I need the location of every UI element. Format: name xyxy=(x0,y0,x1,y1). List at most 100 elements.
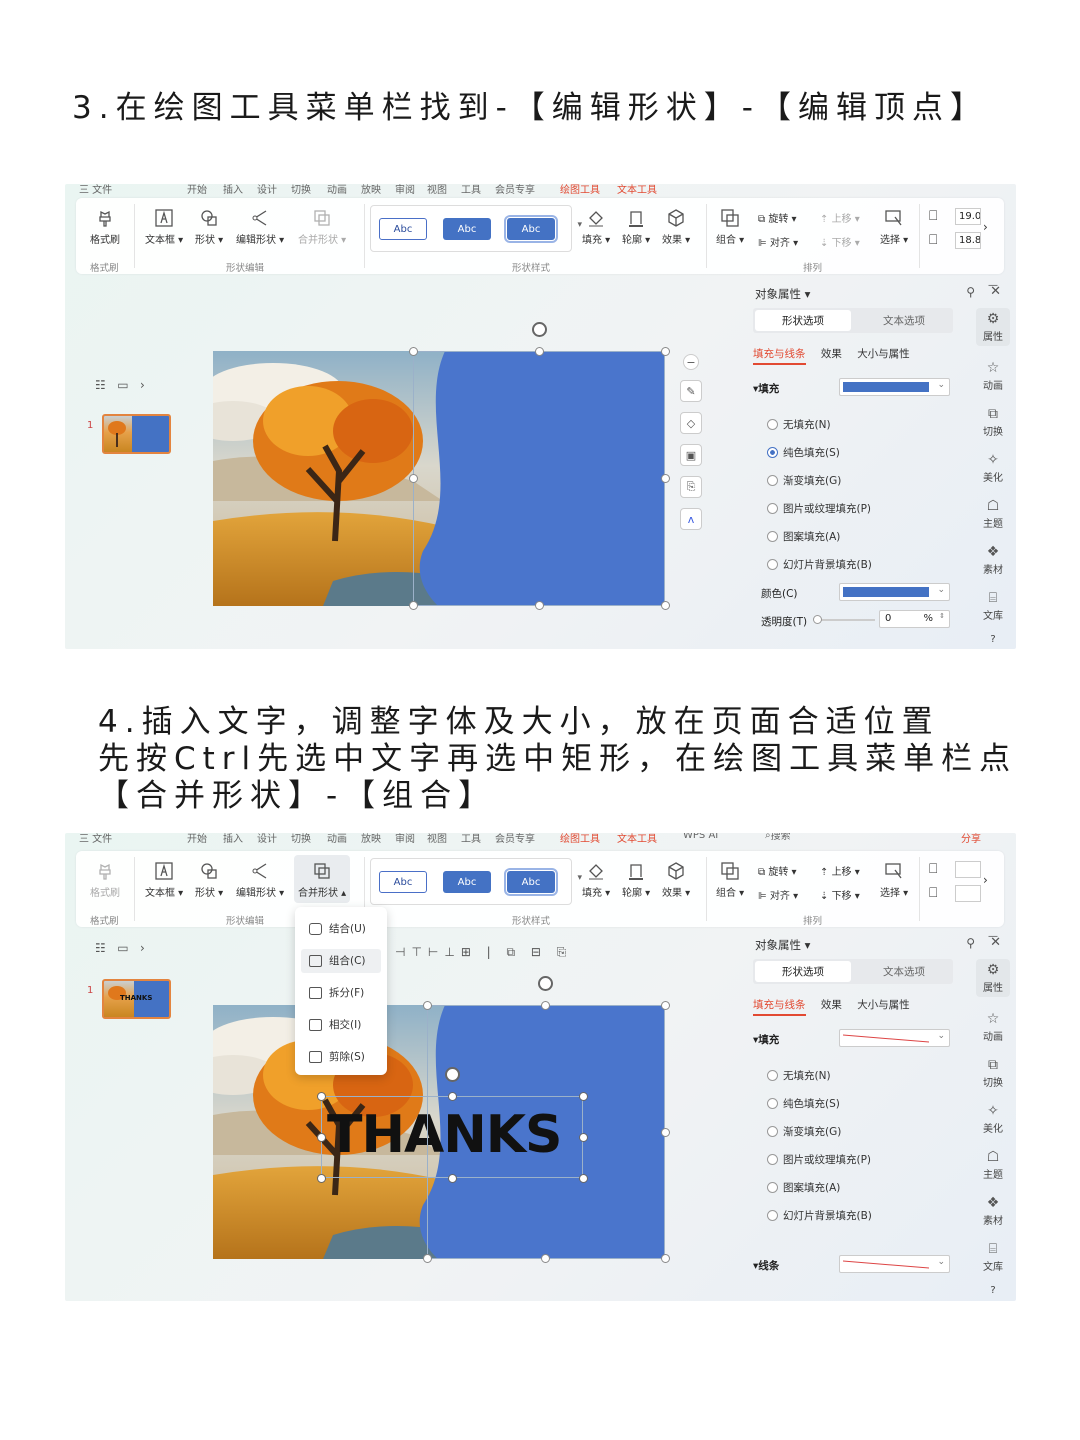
sidebar-item-theme[interactable]: ☖ 主题 xyxy=(976,1149,1010,1181)
rotate-handle[interactable] xyxy=(532,322,547,337)
radio-no-fill[interactable]: 无填充(N) xyxy=(767,1068,831,1083)
subtab-fill-line[interactable]: 填充与线条 xyxy=(753,348,806,365)
resize-handle[interactable] xyxy=(448,1174,457,1183)
rotate-button[interactable]: ⧉ 旋转 ▾ xyxy=(758,210,797,225)
tab-text-options[interactable]: 文本选项 xyxy=(857,310,951,331)
align-floating-toolbar[interactable]: ⊣⊤⊢⊥⊞ | ⧉ ⊟ ⎘ xyxy=(395,945,572,960)
menu-text-tools[interactable]: 文本工具 xyxy=(617,833,657,845)
resize-handle[interactable] xyxy=(448,1092,457,1101)
menu-transition[interactable]: 切换 xyxy=(291,184,311,196)
resize-handle[interactable] xyxy=(661,1001,670,1010)
resize-handle[interactable] xyxy=(317,1174,326,1183)
width-input[interactable]: 19.0 xyxy=(955,208,981,225)
textbox-button[interactable]: 文本框 ▾ xyxy=(145,208,183,246)
menu-wps-ai[interactable]: WPS AI xyxy=(683,833,718,841)
resize-handle[interactable] xyxy=(409,601,418,610)
fill-section-title[interactable]: ▾填充 xyxy=(753,1032,779,1047)
sidebar-item-library[interactable]: ⌸ 文库 xyxy=(976,590,1010,622)
pen-icon[interactable]: ✎ xyxy=(680,380,702,402)
rotate-button[interactable]: ⧉ 旋转 ▾ xyxy=(758,863,797,878)
color-dropdown[interactable]: ⌄ xyxy=(839,583,950,601)
tab-shape-options[interactable]: 形状选项 xyxy=(755,310,851,331)
sidebar-item-transition[interactable]: ⧉ 切换 xyxy=(976,406,1010,438)
edit-shape-button[interactable]: 编辑形状 ▾ xyxy=(236,861,284,899)
radio-solid-fill[interactable]: 纯色填充(S) xyxy=(767,1096,840,1111)
subtab-size[interactable]: 大小与属性 xyxy=(857,348,910,360)
resize-handle[interactable] xyxy=(661,1128,670,1137)
menu-design[interactable]: 设计 xyxy=(257,833,277,845)
outline-button[interactable]: 轮廓 ▾ xyxy=(622,861,650,899)
subtab-effect[interactable]: 效果 xyxy=(821,348,842,360)
resize-handle[interactable] xyxy=(409,474,418,483)
share-button[interactable]: 分享 xyxy=(961,833,981,845)
menu-transition[interactable]: 切换 xyxy=(291,833,311,845)
menu-slideshow[interactable]: 放映 xyxy=(361,184,381,196)
menu-item-subtract[interactable]: 剪除(S) xyxy=(301,1045,381,1069)
menu-start[interactable]: 开始 xyxy=(187,184,207,196)
sidebar-item-beautify[interactable]: ✧ 美化 xyxy=(976,452,1010,484)
menu-file[interactable]: 三 文件 xyxy=(79,184,112,196)
resize-handle[interactable] xyxy=(579,1092,588,1101)
resize-handle[interactable] xyxy=(409,347,418,356)
search-box[interactable]: ⌕ 搜索 xyxy=(765,833,791,842)
subtab-effect[interactable]: 效果 xyxy=(821,999,842,1011)
group-button[interactable]: 组合 ▾ xyxy=(716,861,744,899)
move-up-button[interactable]: ⇡ 上移 ▾ xyxy=(820,210,860,225)
menu-review[interactable]: 审阅 xyxy=(395,184,415,196)
shape-button[interactable]: 形状 ▾ xyxy=(195,861,223,899)
help-icon[interactable]: ? xyxy=(976,634,1010,645)
menu-member[interactable]: 会员专享 xyxy=(495,833,535,845)
ai-icon[interactable]: ʌ xyxy=(680,508,702,530)
resize-handle[interactable] xyxy=(661,474,670,483)
line-section-title[interactable]: ▾线条 xyxy=(753,1258,779,1273)
menu-tools[interactable]: 工具 xyxy=(461,184,481,196)
resize-handle[interactable] xyxy=(661,601,670,610)
merge-shape-button[interactable]: 合并形状 ▴ xyxy=(294,855,351,903)
menu-animation[interactable]: 动画 xyxy=(327,184,347,196)
select-button[interactable]: 选择 ▾ xyxy=(880,208,908,246)
transparency-input[interactable]: 0% ⇕ xyxy=(879,610,950,628)
resize-handle[interactable] xyxy=(579,1174,588,1183)
sidebar-item-beautify[interactable]: ✧ 美化 xyxy=(976,1103,1010,1135)
sidebar-item-animation[interactable]: ☆ 动画 xyxy=(976,360,1010,392)
resize-handle[interactable] xyxy=(317,1133,326,1142)
menu-item-intersect[interactable]: 相交(I) xyxy=(301,1013,381,1037)
sidebar-item-material[interactable]: ❖ 素材 xyxy=(976,1195,1010,1227)
sidebar-item-theme[interactable]: ☖ 主题 xyxy=(976,498,1010,530)
sidebar-collapse[interactable]: — xyxy=(976,931,1010,942)
ribbon-next-icon[interactable]: › xyxy=(983,220,988,234)
format-painter-button[interactable]: 格式刷 xyxy=(90,208,120,246)
line-color-dropdown-mixed[interactable]: ⌄ xyxy=(839,1255,950,1273)
fill-button[interactable]: 填充 ▾ xyxy=(582,208,610,246)
text-rotate-handle[interactable] xyxy=(445,1067,460,1082)
move-up-button[interactable]: ⇡ 上移 ▾ xyxy=(820,863,860,878)
radio-gradient-fill[interactable]: 渐变填充(G) xyxy=(767,473,841,488)
subtab-size[interactable]: 大小与属性 xyxy=(857,999,910,1011)
sidebar-item-animation[interactable]: ☆ 动画 xyxy=(976,1011,1010,1043)
ribbon-next-icon[interactable]: › xyxy=(983,873,988,887)
resize-handle[interactable] xyxy=(535,601,544,610)
textbox-button[interactable]: 文本框 ▾ xyxy=(145,861,183,899)
style-fill-button[interactable]: Abc xyxy=(443,871,491,893)
sidebar-collapse[interactable]: — xyxy=(976,280,1010,291)
width-input[interactable] xyxy=(955,861,981,878)
menu-drawing-tools[interactable]: 绘图工具 xyxy=(560,833,600,845)
resize-handle[interactable] xyxy=(423,1254,432,1263)
fill-section-title[interactable]: ▾填充 xyxy=(753,381,779,396)
menu-view[interactable]: 视图 xyxy=(427,833,447,845)
resize-handle[interactable] xyxy=(317,1092,326,1101)
radio-picture-fill[interactable]: 图片或纹理填充(P) xyxy=(767,1152,871,1167)
rotate-handle[interactable] xyxy=(538,976,553,991)
fill-color-dropdown[interactable]: ⌄ xyxy=(839,378,950,396)
menu-drawing-tools[interactable]: 绘图工具 xyxy=(560,184,600,196)
menu-file[interactable]: 三 文件 xyxy=(79,833,112,845)
panel-title[interactable]: 对象属性 ▾ xyxy=(755,286,810,302)
transparency-slider[interactable] xyxy=(813,615,875,624)
menu-review[interactable]: 审阅 xyxy=(395,833,415,845)
resize-handle[interactable] xyxy=(423,1001,432,1010)
fill-color-dropdown-mixed[interactable]: ⌄ xyxy=(839,1029,950,1047)
move-down-button[interactable]: ⇣ 下移 ▾ xyxy=(820,887,860,902)
shape-button[interactable]: 形状 ▾ xyxy=(195,208,223,246)
group-button[interactable]: 组合 ▾ xyxy=(716,208,744,246)
subtab-fill-line[interactable]: 填充与线条 xyxy=(753,999,806,1016)
